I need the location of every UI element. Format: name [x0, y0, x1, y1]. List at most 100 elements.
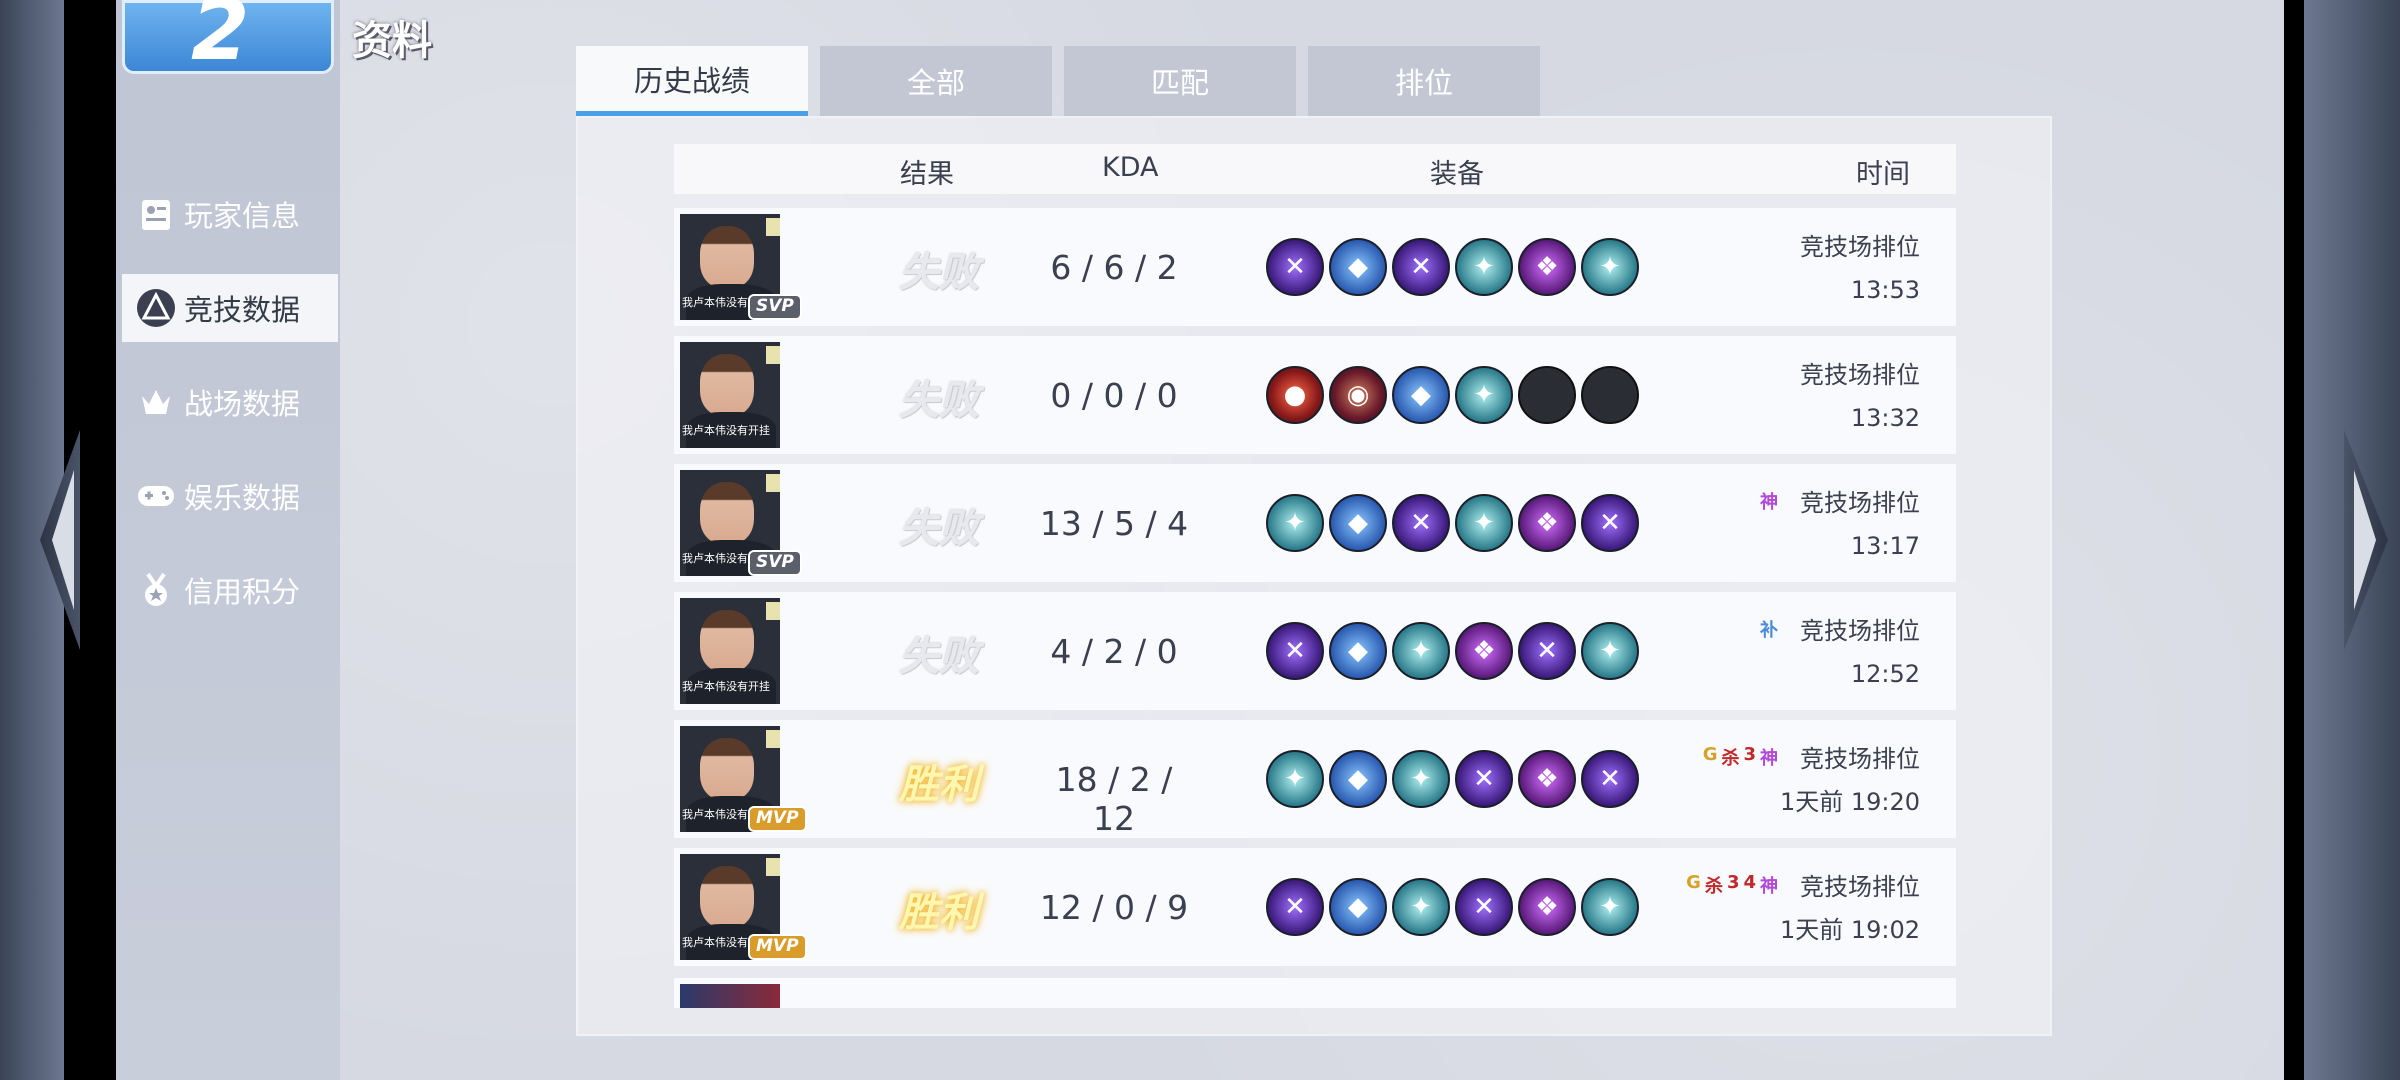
avatar-corner-mark — [766, 218, 780, 236]
tab-match[interactable]: 匹配 — [1064, 46, 1296, 116]
item-purple-icon[interactable]: ✕ — [1266, 238, 1324, 296]
avatar: 我卢本伟没有开挂 — [680, 342, 780, 448]
item-blue-icon[interactable]: ◆ — [1329, 494, 1387, 552]
item-slots: ✦ ◆ ✦ ✕ ❖ ✕ — [1266, 750, 1644, 808]
match-mode: 竞技场排位 — [1800, 873, 1920, 901]
item-slots: ✦ ◆ ✕ ✦ ❖ ✕ — [1266, 494, 1644, 552]
item-purple-icon[interactable]: ✕ — [1581, 494, 1639, 552]
match-time: 1天前 19:20 — [1779, 788, 1920, 816]
item-slots: ● ◉ ◆ ✦ — [1266, 366, 1644, 424]
item-magenta-icon[interactable]: ❖ — [1518, 494, 1576, 552]
match-meta: 竞技场排位 13:32 — [1800, 354, 1920, 440]
item-magenta-icon[interactable]: ❖ — [1455, 622, 1513, 680]
item-blue-icon[interactable]: ◆ — [1329, 750, 1387, 808]
item-teal-icon[interactable]: ✦ — [1455, 494, 1513, 552]
sidebar-item-credit[interactable]: 信用积分 — [122, 556, 342, 624]
item-purple-icon[interactable]: ✕ — [1266, 622, 1324, 680]
avatar-face — [700, 226, 754, 288]
match-mode: 竞技场排位 — [1800, 361, 1920, 389]
sidebar-item-entertainment[interactable]: 娱乐数据 — [122, 462, 342, 530]
svp-badge: SVP — [748, 550, 802, 576]
table-row-partial[interactable] — [674, 978, 1956, 1008]
item-slots: ✕ ◆ ✕ ✦ ❖ ✦ — [1266, 238, 1644, 296]
item-teal-icon[interactable]: ✦ — [1266, 494, 1324, 552]
item-purple-icon[interactable]: ✕ — [1392, 238, 1450, 296]
match-meta: 竞技场排位 13:17 — [1800, 482, 1920, 568]
item-teal-icon[interactable]: ✦ — [1455, 238, 1513, 296]
item-magenta-icon[interactable]: ❖ — [1518, 878, 1576, 936]
sidebar-nav: 玩家信息 竞技数据 战场数据 娱乐数据 信用积分 — [122, 180, 342, 650]
result-label: 失败 — [899, 378, 979, 424]
item-teal-icon[interactable]: ✦ — [1266, 750, 1324, 808]
table-row[interactable]: 我卢本伟没有 SVP 失败 6 / 6 / 2 ✕ ◆ ✕ ✦ ❖ ✦ 竞技场排位 13:53 — [674, 208, 1956, 326]
back-button[interactable]: 2 — [122, 0, 334, 79]
achievement-tag: 4 — [1743, 872, 1756, 893]
tab-ranked[interactable]: 排位 — [1308, 46, 1540, 116]
table-row[interactable]: 我卢本伟没有开 MVP 胜利 12 / 0 / 9 ✕ ◆ ✦ ✕ ❖ ✦ G 杀 3 4 神竞技场排位 1天… — [674, 848, 1956, 966]
avatar-caption: 我卢本伟没有开挂 — [682, 424, 770, 437]
left-frame — [0, 0, 100, 1080]
achievement-tag: 杀 — [1721, 748, 1740, 769]
item-purple-icon[interactable]: ✕ — [1581, 750, 1639, 808]
sidebar-item-competitive[interactable]: 竞技数据 — [122, 274, 338, 342]
avatar-face — [700, 738, 754, 800]
table-row[interactable]: 我卢本伟没有开 MVP 胜利 18 / 2 / 12 ✦ ◆ ✦ ✕ ❖ ✕ G 杀 3 神竞技场排位 1天… — [674, 720, 1956, 838]
item-magenta-icon[interactable]: ❖ — [1518, 750, 1576, 808]
item-empty-icon[interactable] — [1518, 366, 1576, 424]
item-purple-icon[interactable]: ✕ — [1392, 494, 1450, 552]
match-meta: 竞技场排位 12:52 — [1800, 610, 1920, 696]
match-time: 1天前 19:02 — [1779, 916, 1920, 944]
achievement-tag: 杀 — [1704, 876, 1723, 897]
sidebar-item-player-info[interactable]: 玩家信息 — [122, 180, 342, 248]
item-teal-icon[interactable]: ✦ — [1392, 622, 1450, 680]
match-time: 12:52 — [1850, 660, 1920, 688]
item-crimson-icon[interactable]: ◉ — [1329, 366, 1387, 424]
item-teal-icon[interactable]: ✦ — [1392, 878, 1450, 936]
mvp-badge: MVP — [748, 806, 807, 832]
kda-value: 12 / 0 / 9 — [1039, 888, 1189, 927]
item-teal-icon[interactable]: ✦ — [1581, 878, 1639, 936]
item-teal-icon[interactable]: ✦ — [1581, 622, 1639, 680]
achievement-tag: 3 — [1743, 744, 1756, 765]
item-teal-icon[interactable]: ✦ — [1392, 750, 1450, 808]
avatar-face — [700, 610, 754, 672]
item-blue-icon[interactable]: ◆ — [1329, 878, 1387, 936]
item-teal-icon[interactable]: ✦ — [1455, 366, 1513, 424]
item-purple-icon[interactable]: ✕ — [1266, 878, 1324, 936]
table-header: 结果 KDA 装备 时间 — [674, 144, 1956, 194]
tab-history[interactable]: 历史战绩 — [576, 46, 808, 116]
item-teal-icon[interactable]: ✦ — [1581, 238, 1639, 296]
header-items: 装备 — [1430, 159, 1484, 190]
table-row[interactable]: 我卢本伟没有开挂 失败 4 / 2 / 0 ✕ ◆ ✦ ❖ ✕ ✦ 补竞技场排位 12:52 — [674, 592, 1956, 710]
sidebar-item-label: 战场数据 — [184, 387, 301, 421]
item-red-icon[interactable]: ● — [1266, 366, 1324, 424]
match-meta: 竞技场排位 13:53 — [1800, 226, 1920, 312]
achievement-tag: 神 — [1760, 876, 1778, 897]
achievement-tag: 补 — [1760, 620, 1778, 641]
item-blue-icon[interactable]: ◆ — [1392, 366, 1450, 424]
match-time: 13:32 — [1850, 404, 1920, 432]
item-purple-icon[interactable]: ✕ — [1455, 878, 1513, 936]
avatar-face — [700, 354, 754, 416]
competitive-emblem-icon — [136, 288, 176, 328]
match-mode: 竞技场排位 — [1800, 489, 1920, 517]
sidebar-item-label: 娱乐数据 — [184, 481, 301, 515]
achievement-tag: 3 — [1726, 872, 1740, 893]
header-time: 时间 — [1856, 159, 1910, 190]
sidebar-item-battlefield[interactable]: 战场数据 — [122, 368, 342, 436]
item-blue-icon[interactable]: ◆ — [1329, 238, 1387, 296]
avatar-caption: 我卢本伟没有 — [682, 296, 748, 309]
table-row[interactable]: 我卢本伟没有开挂 失败 0 / 0 / 0 ● ◉ ◆ ✦ 竞技场排位 13:32 — [674, 336, 1956, 454]
brand-number: 2 — [191, 0, 250, 79]
tab-all[interactable]: 全部 — [820, 46, 1052, 116]
match-mode: 竞技场排位 — [1800, 745, 1920, 773]
item-magenta-icon[interactable]: ❖ — [1518, 238, 1576, 296]
item-purple-icon[interactable]: ✕ — [1455, 750, 1513, 808]
avatar-face — [700, 482, 754, 544]
avatar: 我卢本伟没有开挂 — [680, 598, 780, 704]
item-empty-icon[interactable] — [1581, 366, 1639, 424]
item-blue-icon[interactable]: ◆ — [1329, 622, 1387, 680]
table-row[interactable]: 我卢本伟没有开挂 SVP 失败 13 / 5 / 4 ✦ ◆ ✕ ✦ ❖ ✕ 神竞技场排位 13:17 — [674, 464, 1956, 582]
result-label: 失败 — [899, 250, 979, 296]
item-purple-icon[interactable]: ✕ — [1518, 622, 1576, 680]
